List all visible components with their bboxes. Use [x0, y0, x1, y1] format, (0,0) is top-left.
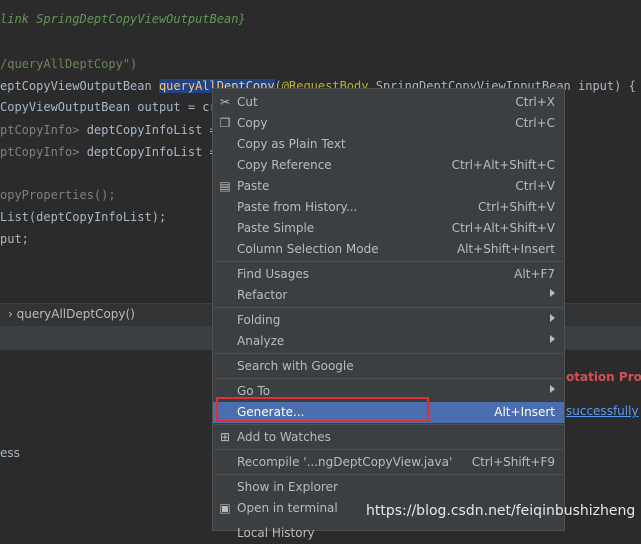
code-token: ptCopyInfo>: [0, 123, 87, 137]
menu-item-local-history[interactable]: Local History: [213, 523, 564, 544]
menu-item-paste[interactable]: ▤ Paste Ctrl+V: [213, 176, 564, 197]
menu-item-recompile-ngdeptcopyview-java[interactable]: Recompile '...ngDeptCopyView.java' Ctrl+S…: [213, 452, 564, 473]
menu-item-label: Cut: [237, 95, 258, 109]
menu-item-label: Add to Watches: [237, 430, 331, 444]
code-token: SpringDeptCopyViewOutputBean}: [28, 12, 246, 26]
generate-highlight-box: [216, 397, 429, 422]
menu-item-shortcut: Ctrl+Shift+F9: [471, 455, 555, 469]
menu-item-cut[interactable]: ✂ Cut Ctrl+X: [213, 92, 564, 113]
menu-item-folding[interactable]: Folding: [213, 310, 564, 331]
code-token: CopyViewOutputBean output = cre: [0, 100, 224, 114]
menu-item-find-usages[interactable]: Find Usages Alt+F7: [213, 264, 564, 285]
submenu-arrow-icon: [550, 385, 555, 393]
menu-item-shortcut: Ctrl+Alt+Shift+C: [451, 158, 555, 172]
menu-item-label: Open in terminal: [237, 501, 338, 515]
menu-item-analyze[interactable]: Analyze: [213, 331, 564, 352]
menu-item-label: Search with Google: [237, 359, 354, 373]
menu-item-search-with-google[interactable]: Search with Google: [213, 356, 564, 377]
menu-item-show-in-explorer[interactable]: Show in Explorer: [213, 477, 564, 498]
code-token: /queryAllDeptCopy"): [0, 57, 138, 71]
context-menu: ✂ Cut Ctrl+X ❐ Copy Ctrl+C Copy as Plain Text C…: [212, 88, 565, 540]
annotation-processing-title: otation Proc: [566, 370, 641, 384]
code-token: List(deptCopyInfoList);: [0, 210, 167, 224]
menu-separator: [214, 449, 563, 450]
menu-separator: [214, 307, 563, 308]
code-token: put;: [0, 232, 29, 246]
code-line[interactable]: /queryAllDeptCopy"): [0, 54, 137, 74]
menu-item-refactor[interactable]: Refactor: [213, 285, 564, 306]
watermark: https://blog.csdn.net/feiqinbushizheng: [366, 503, 636, 519]
menu-item-copy-reference[interactable]: Copy Reference Ctrl+Alt+Shift+C: [213, 155, 564, 176]
code-token: deptCopyInfoList = d: [86, 145, 232, 159]
menu-separator: [214, 424, 563, 425]
terminal-icon: ▣: [219, 501, 231, 515]
code-token: deptCopyInfoList = r: [86, 123, 232, 137]
menu-item-label: Local History: [237, 526, 315, 540]
menu-separator: [214, 261, 563, 262]
code-token: ptCopyInfo>: [0, 145, 87, 159]
menu-item-shortcut: Ctrl+X: [515, 95, 555, 109]
menu-item-label: Paste from History...: [237, 200, 358, 214]
code-line[interactable]: ptCopyInfo> deptCopyInfoList = r: [0, 120, 231, 140]
breadcrumb-method[interactable]: › queryAllDeptCopy(): [8, 307, 135, 321]
menu-item-label: Copy Reference: [237, 158, 332, 172]
code-token: eptCopyViewOutputBean: [0, 79, 159, 93]
menu-separator: [214, 353, 563, 354]
menu-item-copy-as-plain-text[interactable]: Copy as Plain Text: [213, 134, 564, 155]
submenu-arrow-icon: [550, 289, 555, 297]
menu-item-shortcut: Ctrl+C: [515, 116, 555, 130]
menu-item-paste-from-history[interactable]: Paste from History... Ctrl+Shift+V: [213, 197, 564, 218]
submenu-arrow-icon: [550, 335, 555, 343]
menu-item-label: Show in Explorer: [237, 480, 338, 494]
menu-item-column-selection-mode[interactable]: Column Selection Mode Alt+Shift+Insert: [213, 239, 564, 260]
menu-item-shortcut: Ctrl+Shift+V: [478, 200, 555, 214]
watches-icon: ⊞: [219, 430, 231, 444]
submenu-arrow-icon: [550, 314, 555, 322]
menu-item-label: Folding: [237, 313, 281, 327]
menu-item-add-to-watches[interactable]: ⊞ Add to Watches: [213, 427, 564, 448]
success-link[interactable]: successfully: [566, 404, 639, 418]
menu-item-label: Find Usages: [237, 267, 310, 281]
menu-item-label: Refactor: [237, 288, 288, 302]
menu-item-shortcut: Alt+Shift+Insert: [456, 242, 555, 256]
menu-item-label: Go To: [237, 384, 271, 398]
menu-item-label: Copy as Plain Text: [237, 137, 346, 151]
code-line[interactable]: put;: [0, 229, 29, 249]
code-token: link: [0, 12, 29, 26]
menu-item-shortcut: Alt+Insert: [494, 405, 555, 419]
menu-separator: [214, 474, 563, 475]
menu-item-shortcut: Alt+F7: [514, 267, 555, 281]
code-line[interactable]: ptCopyInfo> deptCopyInfoList = d: [0, 142, 231, 162]
menu-separator: [214, 378, 563, 379]
copy-icon: ❐: [219, 116, 231, 130]
code-line[interactable]: CopyViewOutputBean output = cre: [0, 97, 224, 117]
menu-item-label: Paste Simple: [237, 221, 315, 235]
code-line[interactable]: link SpringDeptCopyViewOutputBean}: [0, 9, 246, 29]
menu-item-label: Analyze: [237, 334, 285, 348]
menu-item-shortcut: Ctrl+V: [515, 179, 555, 193]
code-token: opyProperties();: [0, 188, 116, 202]
code-line[interactable]: opyProperties();: [0, 185, 116, 205]
paste-icon: ▤: [219, 179, 231, 193]
menu-item-paste-simple[interactable]: Paste Simple Ctrl+Alt+Shift+V: [213, 218, 564, 239]
cut-icon: ✂: [219, 95, 231, 109]
menu-item-label: Copy: [237, 116, 268, 130]
menu-item-label: Paste: [237, 179, 270, 193]
code-line[interactable]: List(deptCopyInfoList);: [0, 207, 166, 227]
menu-item-label: Column Selection Mode: [237, 242, 379, 256]
menu-item-copy[interactable]: ❐ Copy Ctrl+C: [213, 113, 564, 134]
menu-item-label: Recompile '...ngDeptCopyView.java': [237, 455, 453, 469]
menu-item-shortcut: Ctrl+Alt+Shift+V: [451, 221, 555, 235]
panel-side-text: ess: [0, 446, 20, 460]
